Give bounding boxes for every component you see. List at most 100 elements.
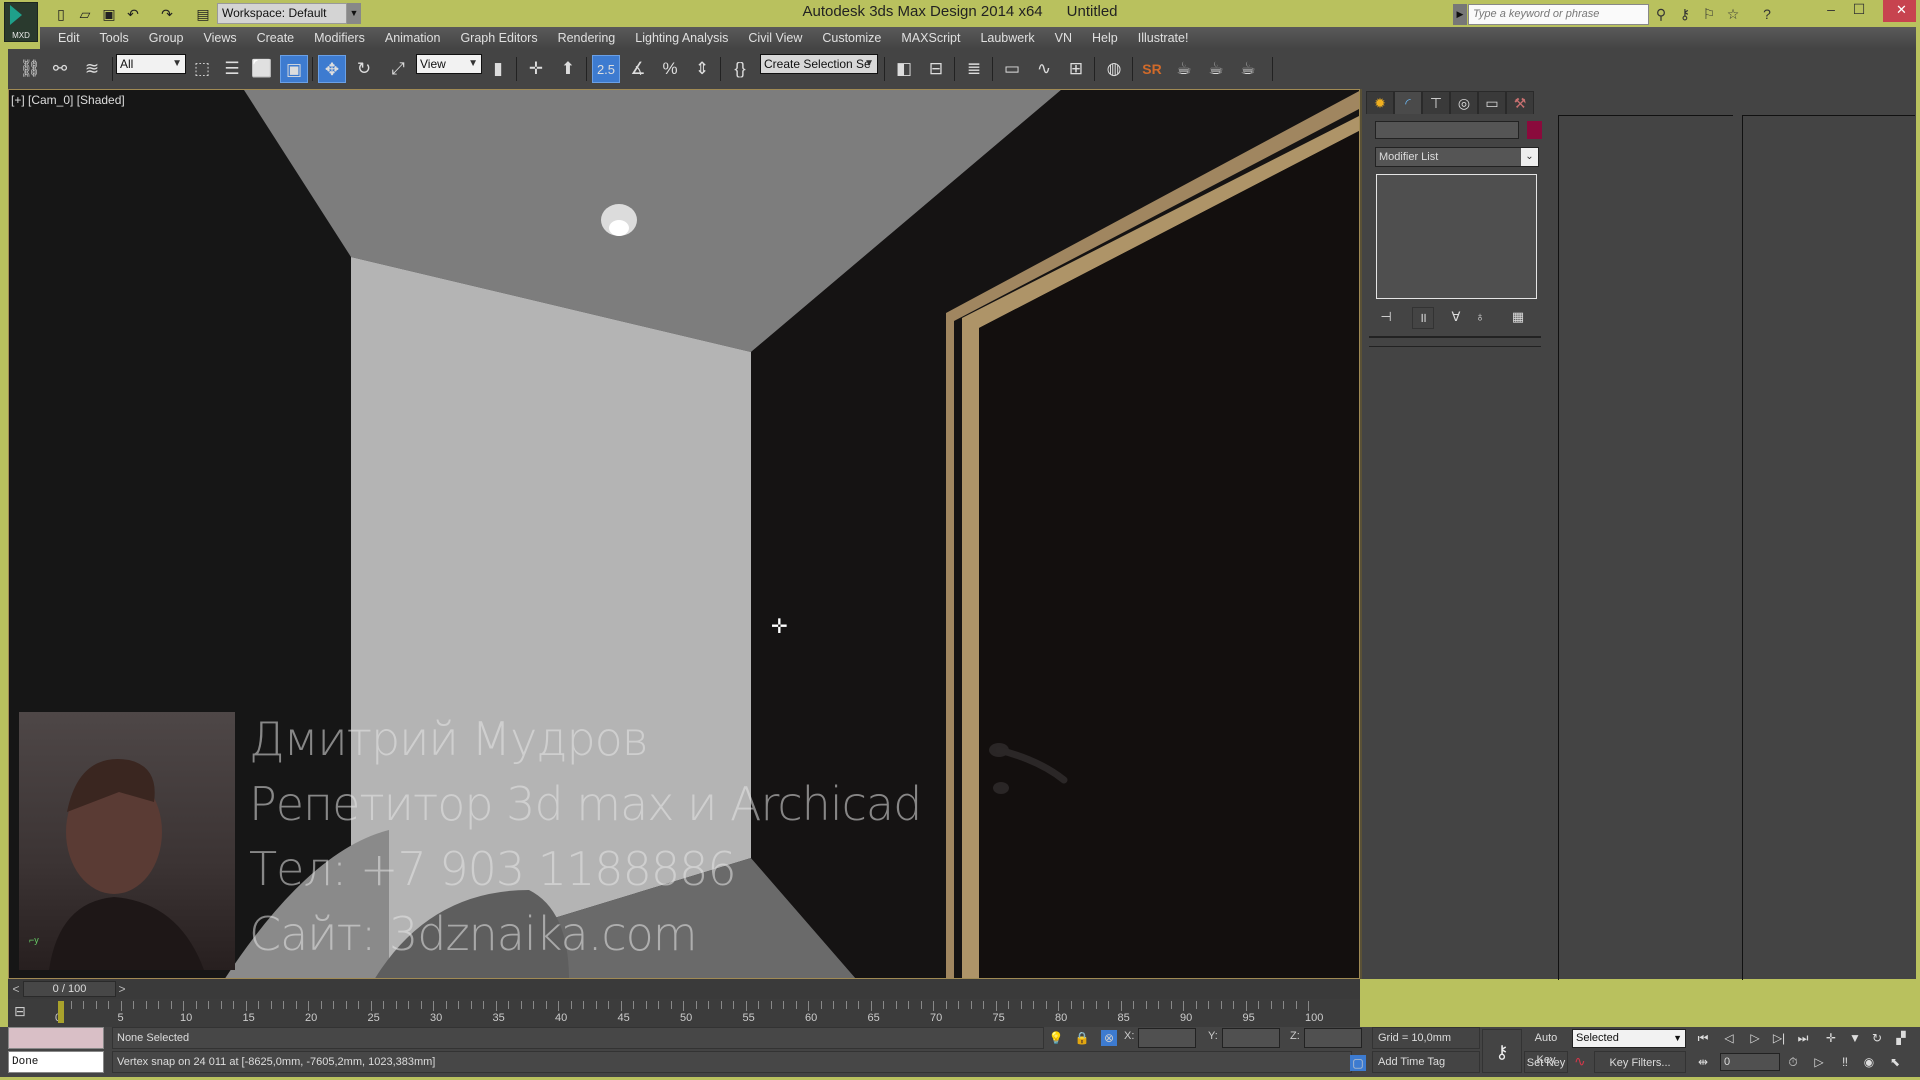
modify-tab[interactable]: ◜: [1394, 91, 1422, 114]
menu-rendering[interactable]: Rendering: [548, 27, 626, 49]
create-tab[interactable]: ✹: [1366, 91, 1394, 114]
viewport-layout-icon[interactable]: ▞: [1890, 1028, 1912, 1048]
utilities-tab[interactable]: ⚒: [1506, 91, 1534, 114]
orbit-camera-icon[interactable]: ◉: [1858, 1052, 1880, 1072]
play-icon[interactable]: ▷: [1744, 1028, 1766, 1048]
satellite-icon[interactable]: ⚐: [1699, 4, 1719, 24]
track-bar[interactable]: ⊟ 05101520253035404550556065707580859095…: [8, 999, 1360, 1027]
menu-lighting-analysis[interactable]: Lighting Analysis: [625, 27, 738, 49]
scene-explorer-icon[interactable]: ▭: [998, 55, 1026, 83]
go-to-start-icon[interactable]: ⏮: [1692, 1028, 1714, 1048]
rectangular-selection-icon[interactable]: ⬜: [248, 55, 276, 83]
modifier-list-dropdown[interactable]: Modifier List ⌄: [1375, 147, 1539, 167]
object-color-swatch[interactable]: [1527, 121, 1542, 139]
workspace-dropdown[interactable]: Workspace: Default: [217, 3, 347, 24]
selection-filter-dropdown[interactable]: All ▼: [116, 54, 186, 74]
hierarchy-tab[interactable]: ⊤: [1422, 91, 1450, 114]
help-icon[interactable]: ?: [1757, 4, 1777, 24]
star-icon[interactable]: ☆: [1723, 4, 1743, 24]
field-of-view-icon[interactable]: ▷: [1808, 1052, 1830, 1072]
current-frame-input[interactable]: 0: [1720, 1053, 1780, 1071]
application-button[interactable]: MXD: [4, 2, 38, 42]
open-mini-curve-editor-icon[interactable]: ⊟: [14, 1003, 26, 1020]
zoom-all-icon[interactable]: ▼: [1844, 1028, 1866, 1048]
redo-icon[interactable]: ↷: [158, 5, 176, 23]
display-tab[interactable]: ▭: [1478, 91, 1506, 114]
time-slider-prev[interactable]: <: [10, 981, 22, 997]
set-keys-key-icon[interactable]: ⚷: [1482, 1029, 1522, 1073]
menu-illustrate[interactable]: Illustrate!: [1128, 27, 1199, 49]
open-icon[interactable]: ▱: [76, 5, 94, 23]
menu-customize[interactable]: Customize: [812, 27, 891, 49]
select-and-rotate-icon[interactable]: ↻: [350, 55, 378, 83]
schematic-view-icon[interactable]: ⊞: [1062, 55, 1090, 83]
go-to-end-icon[interactable]: ⏭: [1792, 1028, 1814, 1048]
key-icon[interactable]: ⚷: [1675, 4, 1695, 24]
select-manipulate-icon[interactable]: ✛: [522, 55, 550, 83]
auto-key-button[interactable]: Auto Key: [1524, 1027, 1568, 1066]
time-configuration-icon[interactable]: ⏱: [1782, 1052, 1804, 1072]
key-selection-set-dropdown[interactable]: Selected ▼: [1572, 1029, 1686, 1048]
configure-modifier-sets-icon[interactable]: ▦: [1508, 307, 1528, 327]
z-coordinate-input[interactable]: [1304, 1028, 1362, 1048]
menu-edit[interactable]: Edit: [48, 27, 90, 49]
time-slider[interactable]: < 0 / 100 >: [8, 979, 1360, 999]
remove-modifier-icon[interactable]: ♁: [1470, 307, 1490, 327]
snaps-toggle[interactable]: 2.5: [592, 55, 620, 83]
new-icon[interactable]: ▯: [52, 5, 70, 23]
key-filters-button[interactable]: Key Filters...: [1594, 1051, 1686, 1073]
set-key-button[interactable]: Set Key: [1524, 1051, 1568, 1073]
adaptive-degradation-icon[interactable]: ▢: [1350, 1055, 1366, 1071]
mirror-icon[interactable]: ◧: [890, 55, 918, 83]
maximize-viewport-icon[interactable]: ⬉: [1884, 1052, 1906, 1072]
walk-through-icon[interactable]: ‼: [1834, 1052, 1856, 1072]
select-by-name-icon[interactable]: ☰: [218, 55, 246, 83]
edit-named-selection-icon[interactable]: {}: [726, 55, 754, 83]
maximize-button[interactable]: ☐: [1848, 0, 1870, 22]
show-end-result-icon[interactable]: ॥: [1412, 307, 1434, 329]
binoculars-icon[interactable]: ⚲: [1651, 4, 1671, 24]
previous-frame-icon[interactable]: ◁: [1718, 1028, 1740, 1048]
align-icon[interactable]: ⊟: [922, 55, 950, 83]
save-icon[interactable]: ▣: [100, 5, 118, 23]
close-button[interactable]: ✕: [1883, 0, 1920, 22]
select-and-move-icon[interactable]: ✥: [318, 55, 346, 83]
motion-tab[interactable]: ◎: [1450, 91, 1478, 114]
window-crossing-icon[interactable]: ▣: [280, 55, 308, 83]
object-name-input[interactable]: [1375, 121, 1519, 139]
material-editor-icon[interactable]: ◍: [1100, 55, 1128, 83]
select-and-scale-icon[interactable]: ⤢: [384, 55, 412, 83]
render-production-icon[interactable]: ☕: [1234, 55, 1262, 83]
lock-selection-icon[interactable]: 🔒: [1074, 1030, 1090, 1046]
spinner-snap-icon[interactable]: ⇕: [688, 55, 716, 83]
key-mode-toggle-icon[interactable]: ⇹: [1692, 1052, 1714, 1072]
x-coordinate-input[interactable]: [1138, 1028, 1196, 1048]
infocenter-search-input[interactable]: Type a keyword or phrase: [1468, 4, 1649, 25]
sr-button[interactable]: SR: [1138, 55, 1166, 83]
menu-civil-view[interactable]: Civil View: [738, 27, 812, 49]
pivot-center-icon[interactable]: ▮: [484, 55, 512, 83]
curve-editor-icon[interactable]: ∿: [1030, 55, 1058, 83]
modifier-stack[interactable]: [1376, 174, 1537, 299]
menu-modifiers[interactable]: Modifiers: [304, 27, 375, 49]
project-folder-icon[interactable]: ▤: [194, 5, 212, 23]
zoom-extents-all-icon[interactable]: ✛: [1820, 1028, 1842, 1048]
layer-manager-icon[interactable]: ≣: [960, 55, 988, 83]
pin-stack-icon[interactable]: ⊣: [1376, 307, 1396, 327]
orbit-icon[interactable]: ↻: [1866, 1028, 1888, 1048]
current-frame-marker[interactable]: [58, 1001, 64, 1023]
keyboard-shortcut-override-icon[interactable]: ⬆: [554, 55, 582, 83]
viewport-cam0[interactable]: [+] [Cam_0] [Shaded] Дмитрий Мудров Репе…: [8, 89, 1360, 979]
isolate-selection-icon[interactable]: 💡: [1048, 1030, 1064, 1046]
time-slider-next[interactable]: >: [116, 981, 128, 997]
menu-help[interactable]: Help: [1082, 27, 1128, 49]
menu-laubwerk[interactable]: Laubwerk: [970, 27, 1044, 49]
menu-tools[interactable]: Tools: [90, 27, 139, 49]
absolute-mode-transform-icon[interactable]: ⊗: [1101, 1030, 1117, 1046]
angle-snap-icon[interactable]: ∡: [624, 55, 652, 83]
menu-maxscript[interactable]: MAXScript: [891, 27, 970, 49]
menu-group[interactable]: Group: [139, 27, 194, 49]
viewport-label[interactable]: [+] [Cam_0] [Shaded]: [11, 93, 125, 107]
chevron-down-icon[interactable]: ▼: [347, 3, 361, 24]
key-mode-curve-icon[interactable]: ∿: [1574, 1053, 1586, 1070]
